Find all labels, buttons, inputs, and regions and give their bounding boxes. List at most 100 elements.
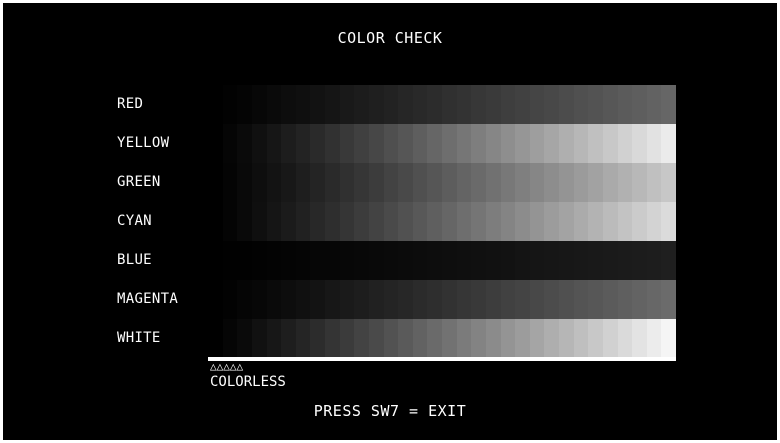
gradient-step bbox=[281, 85, 296, 124]
gradient-step bbox=[208, 241, 223, 280]
gradient-step bbox=[661, 319, 676, 358]
gradient-step bbox=[383, 319, 399, 358]
gradient-step bbox=[471, 241, 486, 280]
gradient-step bbox=[500, 85, 516, 124]
gradient-step bbox=[515, 202, 530, 241]
gradient-step bbox=[383, 280, 399, 319]
gradient-step bbox=[500, 319, 516, 358]
gradient-step bbox=[251, 85, 267, 124]
gradient-step bbox=[339, 280, 355, 319]
gradient-step bbox=[281, 241, 296, 280]
gradient-step bbox=[266, 124, 282, 163]
gradient-step bbox=[266, 163, 282, 202]
gradient-step bbox=[383, 85, 399, 124]
gradient-step bbox=[368, 241, 384, 280]
gradient-step bbox=[602, 241, 618, 280]
gradient-step bbox=[427, 319, 442, 358]
gradient-step bbox=[442, 124, 457, 163]
gradient-step bbox=[471, 280, 486, 319]
gradient-step bbox=[310, 241, 325, 280]
gradient-band-yellow bbox=[208, 124, 676, 163]
gradient-step bbox=[442, 85, 457, 124]
gradient-step bbox=[222, 319, 238, 358]
gradient-step bbox=[398, 124, 413, 163]
gradient-step bbox=[500, 241, 516, 280]
gradient-step bbox=[471, 85, 486, 124]
gradient-step bbox=[310, 124, 325, 163]
gradient-step bbox=[208, 319, 223, 358]
gradient-step bbox=[617, 319, 633, 358]
gradient-step bbox=[588, 202, 603, 241]
gradient-step bbox=[208, 163, 223, 202]
gradient-step bbox=[208, 85, 223, 124]
gradient-step bbox=[266, 202, 282, 241]
gradient-step bbox=[617, 85, 633, 124]
gradient-step bbox=[310, 85, 325, 124]
gradient-step bbox=[471, 163, 486, 202]
gradient-step bbox=[281, 124, 296, 163]
gradient-step bbox=[442, 163, 457, 202]
row-label-white: WHITE bbox=[117, 330, 161, 346]
gradient-step bbox=[617, 202, 633, 241]
gradient-step bbox=[427, 85, 442, 124]
gradient-step bbox=[559, 202, 574, 241]
gradient-step bbox=[412, 319, 428, 358]
gradient-step bbox=[529, 280, 545, 319]
gradient-step bbox=[412, 163, 428, 202]
gradient-step bbox=[544, 124, 559, 163]
gradient-step bbox=[617, 280, 633, 319]
colorless-label: COLORLESS bbox=[210, 374, 286, 390]
gradient-step bbox=[515, 319, 530, 358]
gradient-step bbox=[485, 280, 501, 319]
gradient-step bbox=[354, 163, 369, 202]
gradient-step bbox=[266, 85, 282, 124]
gradient-step bbox=[354, 124, 369, 163]
gradient-step bbox=[266, 241, 282, 280]
gradient-step bbox=[325, 202, 340, 241]
gradient-step bbox=[544, 85, 559, 124]
gradient-step bbox=[646, 163, 662, 202]
gradient-step bbox=[251, 280, 267, 319]
gradient-step bbox=[471, 202, 486, 241]
gradient-step bbox=[485, 241, 501, 280]
gradient-step bbox=[456, 124, 472, 163]
gradient-step bbox=[573, 85, 589, 124]
gradient-step bbox=[529, 124, 545, 163]
gradient-step bbox=[500, 163, 516, 202]
gradient-step bbox=[383, 163, 399, 202]
gradient-step bbox=[456, 280, 472, 319]
gradient-step bbox=[222, 124, 238, 163]
color-check-screen: COLOR CHECK RED YELLOW GREEN CYAN BLUE MAGENT… bbox=[3, 3, 777, 440]
gradient-step bbox=[602, 280, 618, 319]
baseline-bar bbox=[208, 357, 676, 361]
gradient-step bbox=[398, 241, 413, 280]
gradient-step bbox=[559, 280, 574, 319]
gradient-step bbox=[325, 163, 340, 202]
row-label-green: GREEN bbox=[117, 174, 161, 190]
gradient-step bbox=[602, 85, 618, 124]
gradient-step bbox=[354, 319, 369, 358]
gradient-step bbox=[559, 241, 574, 280]
gradient-step bbox=[442, 241, 457, 280]
gradient-step bbox=[602, 319, 618, 358]
gradient-step bbox=[310, 163, 325, 202]
gradient-step bbox=[310, 280, 325, 319]
gradient-step bbox=[442, 319, 457, 358]
gradient-step bbox=[632, 85, 647, 124]
gradient-step bbox=[281, 163, 296, 202]
gradient-step bbox=[251, 319, 267, 358]
gradient-step bbox=[222, 163, 238, 202]
gradient-step bbox=[544, 202, 559, 241]
gradient-step bbox=[354, 241, 369, 280]
gradient-step bbox=[632, 280, 647, 319]
gradient-step bbox=[237, 124, 252, 163]
gradient-step bbox=[485, 202, 501, 241]
gradient-step bbox=[339, 124, 355, 163]
gradient-step bbox=[427, 202, 442, 241]
gradient-step bbox=[383, 124, 399, 163]
gradient-step bbox=[632, 241, 647, 280]
row-label-cyan: CYAN bbox=[117, 213, 152, 229]
screen-title: COLOR CHECK bbox=[337, 29, 443, 47]
gradient-step bbox=[485, 319, 501, 358]
gradient-step bbox=[310, 319, 325, 358]
